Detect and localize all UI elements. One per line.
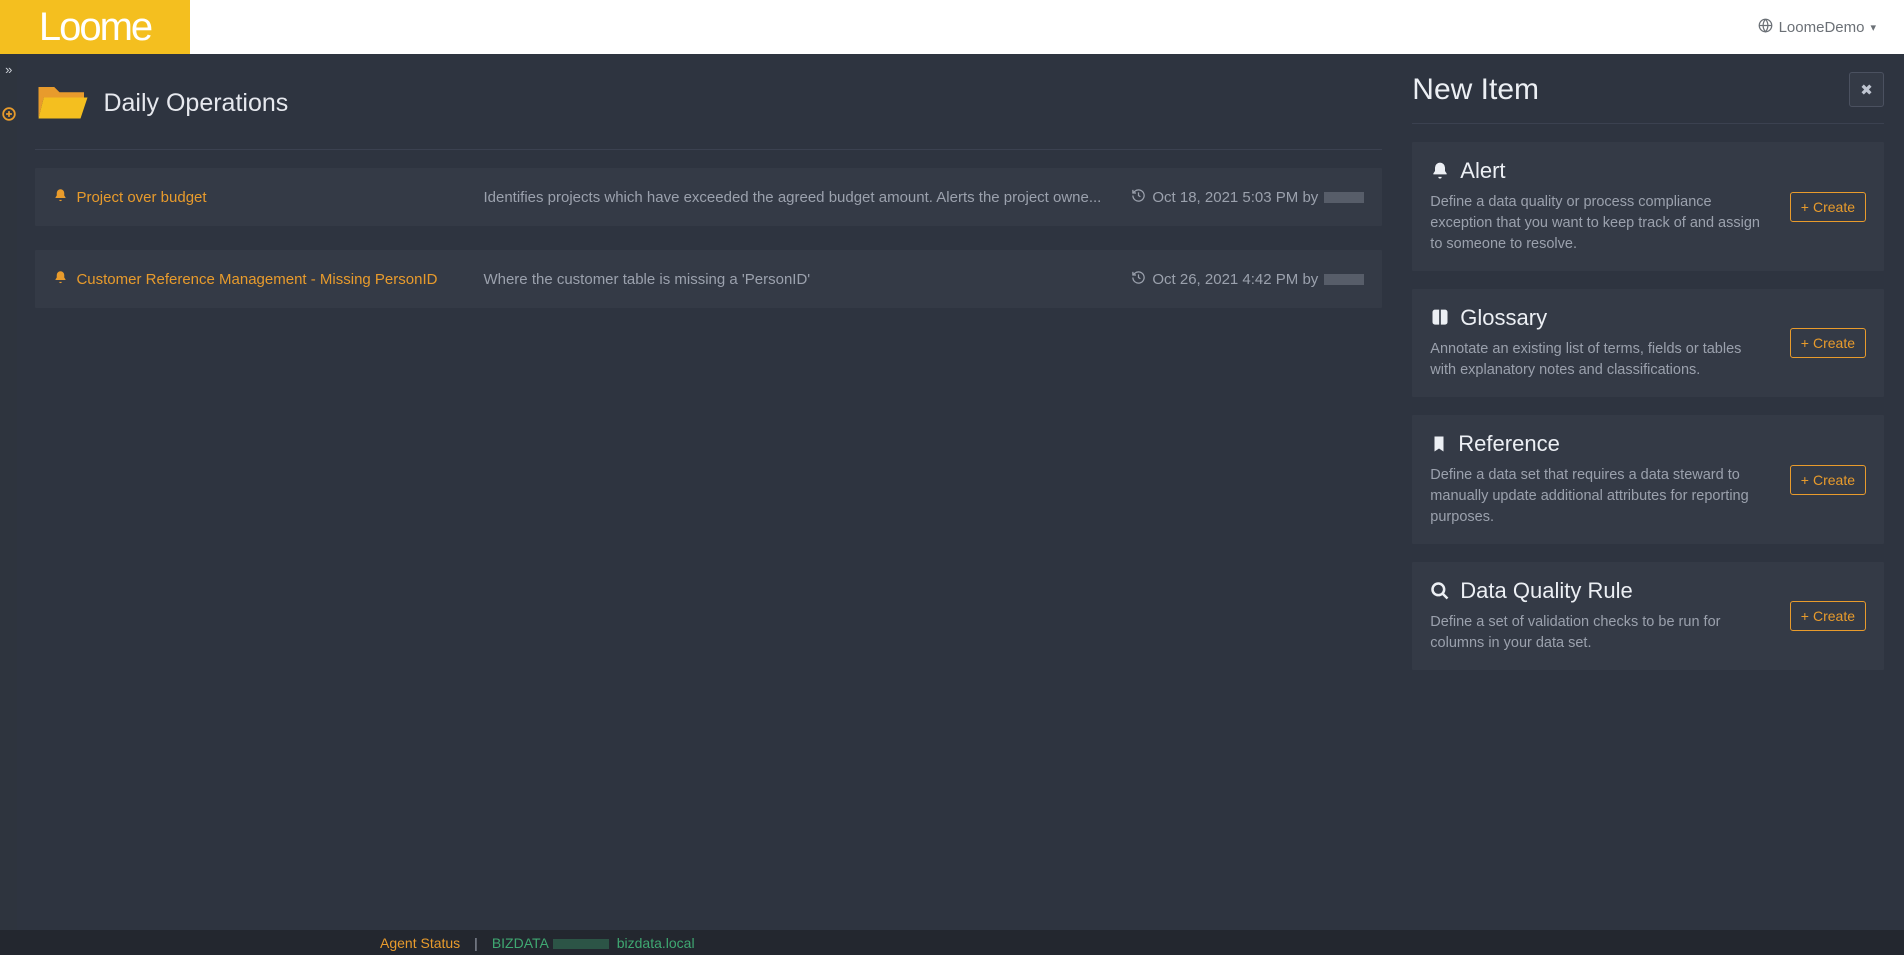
page-header: Daily Operations [35,78,1382,150]
logo: Loome [0,0,190,54]
user-label: LoomeDemo [1779,19,1865,36]
close-button[interactable]: ✖ [1849,72,1884,107]
user-menu[interactable]: LoomeDemo ▾ [1758,18,1876,37]
add-icon[interactable] [2,107,16,124]
main-content: Daily Operations Project over budget Ide… [17,54,1392,955]
history-icon [1131,270,1146,289]
page-title: Daily Operations [103,89,288,118]
item-description: Identifies projects which have exceeded … [483,189,1131,206]
bell-icon [1430,161,1450,181]
book-icon [1430,308,1450,328]
plus-icon: + [1801,335,1809,351]
author-redacted [1324,192,1364,203]
list-item[interactable]: Customer Reference Management - Missing … [35,250,1382,308]
item-title[interactable]: Project over budget [76,189,206,206]
author-redacted [1324,274,1364,285]
side-rail: » [0,54,17,955]
create-reference-button[interactable]: +Create [1790,465,1866,495]
plus-icon: + [1801,608,1809,624]
expand-icon[interactable]: » [5,62,12,77]
card-alert: Alert Define a data quality or process c… [1412,142,1884,271]
agent-status-label: Agent Status [380,935,460,951]
caret-down-icon: ▾ [1870,21,1876,34]
bookmark-icon [1430,434,1448,454]
item-description: Where the customer table is missing a 'P… [483,271,1131,288]
top-bar: Loome LoomeDemo ▾ [0,0,1904,54]
card-data-quality-rule: Data Quality Rule Define a set of valida… [1412,562,1884,670]
bell-icon [53,188,68,207]
create-dq-rule-button[interactable]: +Create [1790,601,1866,631]
close-icon: ✖ [1860,81,1873,99]
create-glossary-button[interactable]: +Create [1790,328,1866,358]
list-item[interactable]: Project over budget Identifies projects … [35,168,1382,226]
create-alert-button[interactable]: +Create [1790,192,1866,222]
plus-icon: + [1801,472,1809,488]
item-title[interactable]: Customer Reference Management - Missing … [76,271,437,288]
redacted [553,939,609,949]
plus-icon: + [1801,199,1809,215]
item-meta: Oct 26, 2021 4:42 PM by [1131,270,1364,289]
folder-open-icon [35,78,91,129]
search-icon [1430,581,1450,601]
panel-heading: New Item [1412,73,1539,107]
history-icon [1131,188,1146,207]
new-item-panel: New Item ✖ Alert Define a data quality o… [1392,54,1904,955]
item-meta: Oct 18, 2021 5:03 PM by [1131,188,1364,207]
status-bar: Agent Status | BIZDATA bizdata.local [0,930,1904,955]
bell-icon [53,270,68,289]
agent-host: BIZDATA bizdata.local [492,935,695,951]
globe-icon [1758,18,1773,37]
card-reference: Reference Define a data set that require… [1412,415,1884,544]
card-glossary: Glossary Annotate an existing list of te… [1412,289,1884,397]
